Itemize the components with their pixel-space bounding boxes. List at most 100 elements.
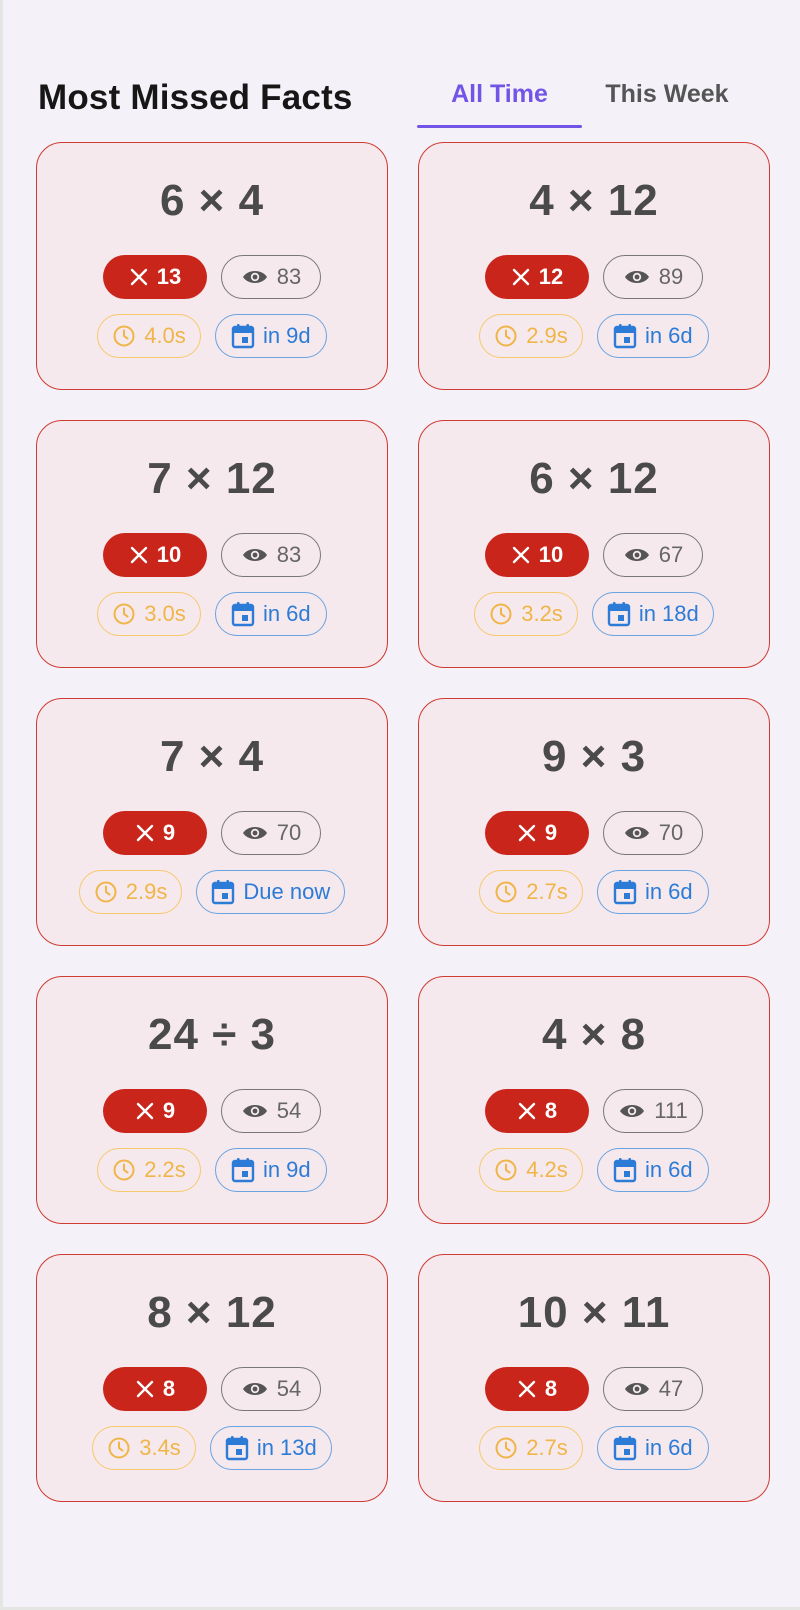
calendar-icon [613,1435,637,1461]
eye-icon [241,823,269,843]
miss-count: 13 [156,264,182,289]
meta-row: 4.2s in 6d [419,1148,769,1192]
view-count: 89 [658,264,684,289]
view-count: 47 [658,1376,684,1401]
miss-count-badge: 10 [485,533,589,577]
view-count: 54 [276,1098,302,1123]
fact-card[interactable]: 24 ÷ 3 9 54 2.2s in 9d [36,976,388,1224]
fact-card[interactable]: 4 × 12 12 89 2.9s in 6d [418,142,770,390]
view-count-badge: 89 [603,255,703,299]
clock-icon [94,880,118,904]
clock-icon [112,324,136,348]
miss-count-badge: 8 [485,1089,589,1133]
avg-time-badge: 3.4s [92,1426,196,1470]
calendar-icon [607,601,631,627]
due-badge: in 6d [596,870,709,914]
stats-row: 9 70 [419,811,769,855]
clock-icon [494,324,518,348]
avg-time-badge: 2.7s [479,1426,583,1470]
due-badge: in 6d [596,314,709,358]
due-badge: in 6d [214,592,327,636]
fact-card[interactable]: 4 × 8 8 111 4.2s in 6d [418,976,770,1224]
close-icon [517,1101,537,1121]
view-count-badge: 47 [603,1367,703,1411]
calendar-icon [613,323,637,349]
miss-count: 8 [544,1098,558,1123]
calendar-icon [613,879,637,905]
miss-count-badge: 13 [103,255,207,299]
fact-label: 6 × 12 [529,454,659,503]
miss-count: 10 [156,542,182,567]
miss-count: 10 [538,542,564,567]
eye-icon [241,1379,269,1399]
fact-label: 4 × 12 [529,176,659,225]
stats-row: 8 54 [37,1367,387,1411]
due-label: in 6d [644,879,693,904]
view-count-badge: 83 [221,533,321,577]
fact-card[interactable]: 7 × 12 10 83 3.0s in 6d [36,420,388,668]
eye-icon [623,1379,651,1399]
meta-row: 2.9s Due now [37,870,387,914]
due-badge: in 6d [596,1426,709,1470]
eye-icon [623,823,651,843]
view-count: 111 [654,1098,688,1123]
eye-icon [618,1101,646,1121]
fact-card[interactable]: 10 × 11 8 47 2.7s in 6d [418,1254,770,1502]
tab-this-week[interactable]: This Week [592,82,742,128]
avg-time: 2.7s [526,879,568,904]
stats-row: 8 47 [419,1367,769,1411]
page-title: Most Missed Facts [38,78,353,117]
meta-row: 2.7s in 6d [419,1426,769,1470]
view-count-badge: 70 [221,811,321,855]
view-count: 67 [658,542,684,567]
calendar-icon [211,879,235,905]
avg-time: 3.2s [521,601,563,626]
tab-bar: All Time This Week [417,70,747,128]
fact-label: 24 ÷ 3 [147,1010,276,1059]
avg-time-badge: 3.2s [474,592,578,636]
tab-all-time[interactable]: All Time [417,82,582,128]
meta-row: 3.0s in 6d [37,592,387,636]
clock-icon [494,880,518,904]
fact-card[interactable]: 7 × 4 9 70 2.9s Due now [36,698,388,946]
meta-row: 4.0s in 9d [37,314,387,358]
view-count: 83 [276,542,302,567]
view-count: 70 [276,820,302,845]
due-label: in 6d [644,1435,693,1460]
miss-count-badge: 10 [103,533,207,577]
miss-count-badge: 8 [103,1367,207,1411]
due-label: in 9d [262,1157,311,1182]
avg-time-badge: 4.0s [97,314,201,358]
fact-card[interactable]: 6 × 12 10 67 3.2s in 18d [418,420,770,668]
fact-card[interactable]: 6 × 4 13 83 4.0s in 9d [36,142,388,390]
miss-count: 9 [162,820,176,845]
miss-count-badge: 9 [485,811,589,855]
view-count-badge: 70 [603,811,703,855]
miss-count: 8 [162,1376,176,1401]
meta-row: 3.4s in 13d [37,1426,387,1470]
miss-count: 12 [538,264,564,289]
avg-time: 2.9s [125,879,168,904]
fact-label: 9 × 3 [541,732,647,781]
calendar-icon [613,1157,637,1183]
clock-icon [107,1436,131,1460]
fact-label: 7 × 12 [147,454,277,503]
stats-row: 12 89 [419,255,769,299]
close-icon [135,1101,155,1121]
fact-card[interactable]: 8 × 12 8 54 3.4s in 13d [36,1254,388,1502]
view-count-badge: 83 [221,255,321,299]
close-icon [517,823,537,843]
avg-time: 3.0s [144,601,186,626]
due-badge: in 18d [591,592,714,636]
view-count: 54 [276,1376,302,1401]
clock-icon [489,602,513,626]
fact-card[interactable]: 9 × 3 9 70 2.7s in 6d [418,698,770,946]
avg-time-badge: 2.9s [479,314,583,358]
stats-row: 9 54 [37,1089,387,1133]
view-count-badge: 111 [603,1089,703,1133]
calendar-icon [231,323,255,349]
close-icon [129,267,149,287]
miss-count-badge: 12 [485,255,589,299]
avg-time: 3.4s [139,1435,181,1460]
facts-grid: 6 × 4 13 83 4.0s in 9d 4 × 12 12 89 2.9s… [36,142,770,1502]
